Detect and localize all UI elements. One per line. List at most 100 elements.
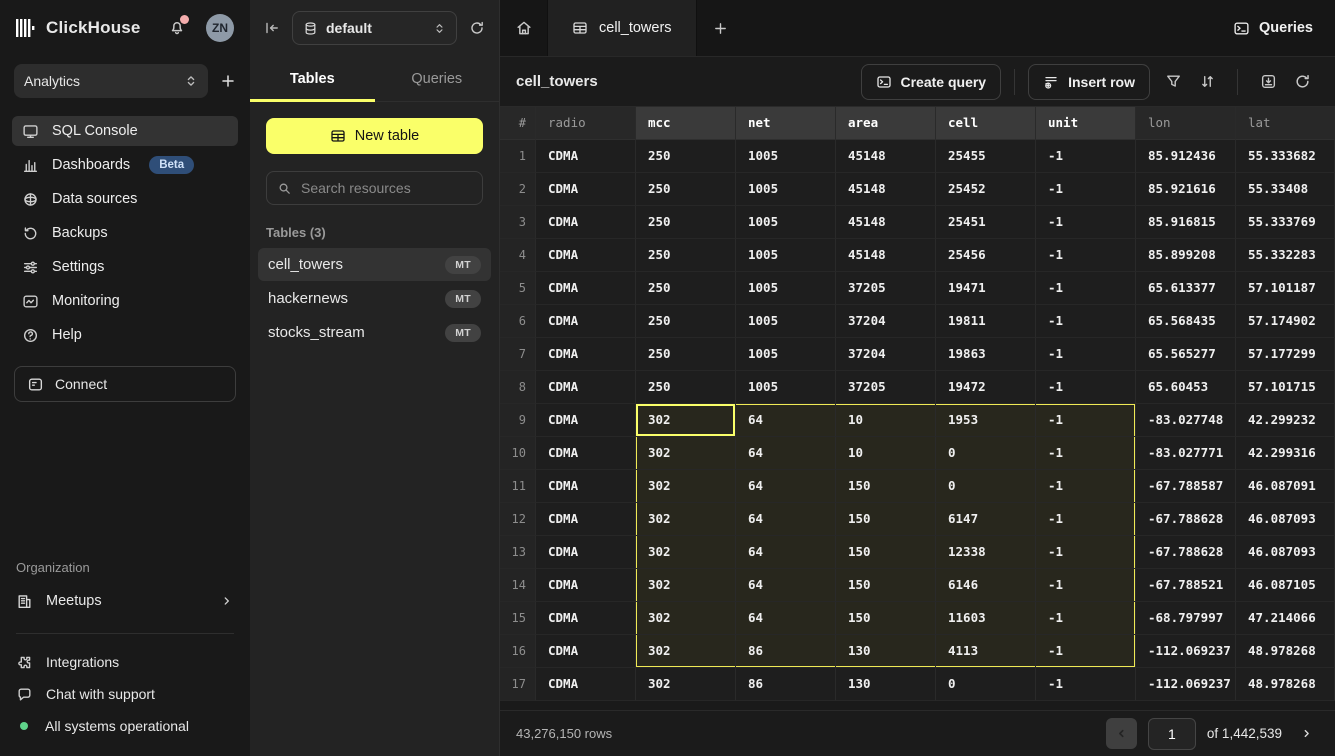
table-cell[interactable]: 0 [936,437,1036,470]
table-cell[interactable]: 85.921616 [1136,173,1236,206]
column-header-area[interactable]: area [836,107,936,140]
table-cell[interactable]: -1 [1036,338,1136,371]
column-header-lat[interactable]: lat [1236,107,1335,140]
row-number[interactable]: 7 [500,338,536,371]
table-cell[interactable]: 19472 [936,371,1036,404]
table-cell[interactable]: 65.565277 [1136,338,1236,371]
table-cell[interactable]: 85.899208 [1136,239,1236,272]
table-cell[interactable]: -1 [1036,503,1136,536]
row-number-header[interactable]: # [500,107,536,140]
table-cell[interactable]: 1005 [736,140,836,173]
table-cell[interactable]: 85.916815 [1136,206,1236,239]
table-cell[interactable]: CDMA [536,404,636,437]
table-cell[interactable]: -1 [1036,305,1136,338]
connect-button[interactable]: Connect [14,366,236,402]
table-cell[interactable]: -1 [1036,272,1136,305]
table-cell[interactable]: 64 [736,536,836,569]
row-number[interactable]: 5 [500,272,536,305]
table-cell[interactable]: 45148 [836,140,936,173]
table-cell[interactable]: 1005 [736,338,836,371]
sidebar-item-sql-console[interactable]: SQL Console [12,116,238,146]
sidebar-item-help[interactable]: Help [12,320,238,350]
table-cell[interactable]: 25451 [936,206,1036,239]
table-cell[interactable]: 150 [836,470,936,503]
column-header-cell[interactable]: cell [936,107,1036,140]
table-cell[interactable]: 64 [736,437,836,470]
prev-page-button[interactable] [1106,718,1137,749]
table-cell[interactable]: 64 [736,470,836,503]
row-number[interactable]: 13 [500,536,536,569]
table-cell[interactable]: 46.087105 [1236,569,1335,602]
table-cell[interactable]: CDMA [536,536,636,569]
active-cell[interactable]: 302 [636,404,736,437]
table-cell[interactable]: 6146 [936,569,1036,602]
table-cell[interactable]: CDMA [536,338,636,371]
table-cell[interactable]: -1 [1036,404,1136,437]
table-cell[interactable]: 302 [636,668,736,701]
column-header-net[interactable]: net [736,107,836,140]
table-cell[interactable]: 37204 [836,338,936,371]
collapse-panel-button[interactable] [264,20,280,36]
resource-item-cell_towers[interactable]: cell_towersMT [258,248,491,281]
refresh-button[interactable] [1285,65,1319,99]
sidebar-item-meetups[interactable]: Meetups [16,585,234,617]
org-select[interactable]: Analytics [14,64,208,98]
resource-item-stocks_stream[interactable]: stocks_streamMT [258,316,491,349]
table-cell[interactable]: 250 [636,206,736,239]
table-cell[interactable]: CDMA [536,140,636,173]
table-cell[interactable]: 46.087091 [1236,470,1335,503]
table-cell[interactable]: 57.101187 [1236,272,1335,305]
table-cell[interactable]: 0 [936,668,1036,701]
row-number[interactable]: 15 [500,602,536,635]
table-cell[interactable]: CDMA [536,503,636,536]
table-cell[interactable]: -1 [1036,437,1136,470]
sort-button[interactable] [1190,65,1224,99]
table-cell[interactable]: 46.087093 [1236,503,1335,536]
table-cell[interactable]: 1005 [736,239,836,272]
row-number[interactable]: 2 [500,173,536,206]
sidebar-item-data-sources[interactable]: Data sources [12,184,238,214]
table-cell[interactable]: -68.797997 [1136,602,1236,635]
table-cell[interactable]: CDMA [536,569,636,602]
table-cell[interactable]: 86 [736,668,836,701]
table-cell[interactable]: 302 [636,503,736,536]
table-cell[interactable]: -1 [1036,536,1136,569]
table-cell[interactable]: 302 [636,536,736,569]
row-number[interactable]: 16 [500,635,536,668]
table-cell[interactable]: 1005 [736,173,836,206]
table-cell[interactable]: -1 [1036,371,1136,404]
table-cell[interactable]: CDMA [536,173,636,206]
table-cell[interactable]: CDMA [536,635,636,668]
table-cell[interactable]: CDMA [536,602,636,635]
table-cell[interactable]: 64 [736,503,836,536]
table-cell[interactable]: 37204 [836,305,936,338]
table-cell[interactable]: 65.568435 [1136,305,1236,338]
table-cell[interactable]: 1005 [736,272,836,305]
table-cell[interactable]: -83.027771 [1136,437,1236,470]
table-cell[interactable]: 48.978268 [1236,668,1335,701]
table-cell[interactable]: 47.214066 [1236,602,1335,635]
table-cell[interactable]: 12338 [936,536,1036,569]
table-cell[interactable]: 85.912436 [1136,140,1236,173]
table-cell[interactable]: -112.069237 [1136,635,1236,668]
row-number[interactable]: 4 [500,239,536,272]
table-cell[interactable]: 55.333769 [1236,206,1335,239]
row-number[interactable]: 1 [500,140,536,173]
table-cell[interactable]: CDMA [536,305,636,338]
table-cell[interactable]: 250 [636,173,736,206]
resource-item-hackernews[interactable]: hackernewsMT [258,282,491,315]
table-cell[interactable]: 57.101715 [1236,371,1335,404]
add-service-button[interactable] [220,73,236,89]
table-cell[interactable]: 64 [736,602,836,635]
new-tab-button[interactable] [697,0,745,56]
create-query-button[interactable]: Create query [861,64,1002,100]
table-cell[interactable]: 10 [836,437,936,470]
table-cell[interactable]: -67.788628 [1136,503,1236,536]
row-number[interactable]: 17 [500,668,536,701]
table-cell[interactable]: 302 [636,602,736,635]
row-number[interactable]: 8 [500,371,536,404]
explorer-tab-tables[interactable]: Tables [250,56,375,101]
row-number[interactable]: 11 [500,470,536,503]
table-cell[interactable]: 45148 [836,173,936,206]
table-cell[interactable]: -67.788628 [1136,536,1236,569]
